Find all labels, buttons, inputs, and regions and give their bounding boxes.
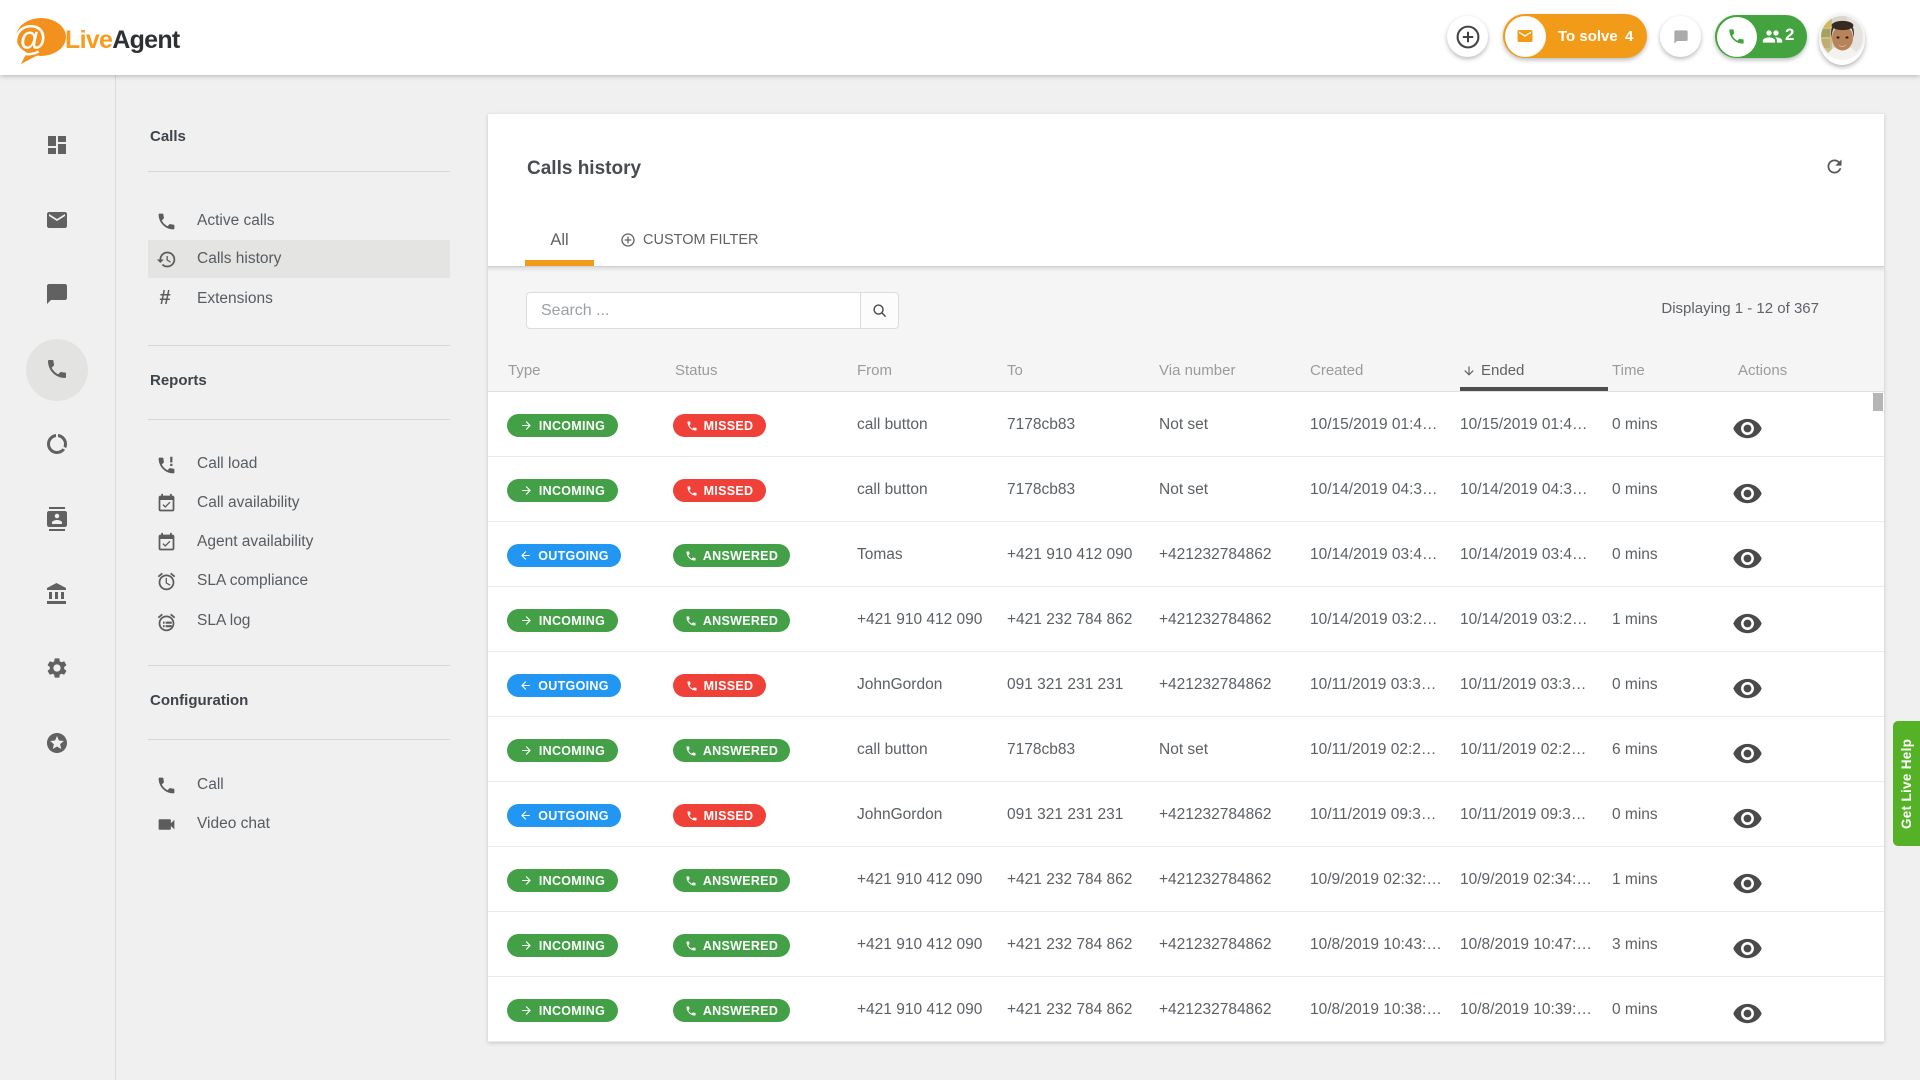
svg-text:@: @ [12, 19, 46, 58]
svg-text:LiveAgent: LiveAgent [65, 26, 181, 54]
